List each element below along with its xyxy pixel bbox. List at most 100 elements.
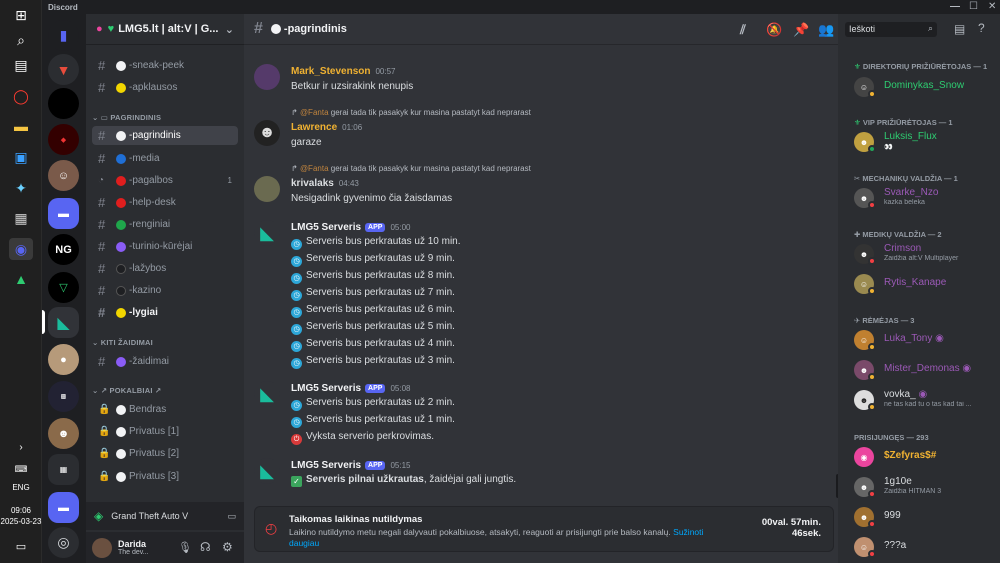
channel-item-unread[interactable]: # -lygiai [92, 303, 238, 322]
member-item[interactable]: ☻ 999 [854, 506, 996, 528]
file-explorer-icon[interactable]: ▬ [9, 115, 33, 137]
dog-server-icon[interactable]: ● [48, 344, 79, 375]
avatar[interactable] [254, 176, 280, 202]
discover-icon[interactable]: ◎ [48, 527, 79, 558]
server-group-icon[interactable]: ▦ [48, 454, 79, 485]
ng-server-icon[interactable]: NG [48, 234, 79, 265]
app-icon[interactable]: ▦ [9, 207, 33, 229]
member-item[interactable]: ☺ Luka_Tony ◉ [854, 329, 996, 351]
avatar[interactable]: ☻ [254, 120, 280, 146]
message-reply[interactable]: ↱ @Fanta gerai tada tik pasakyk kur masi… [291, 108, 531, 117]
server-green-icon[interactable]: ▽ [48, 272, 79, 303]
activity-panel[interactable]: ◈ Grand Theft Auto V ▭ [86, 502, 244, 530]
message-time: 01:06 [342, 123, 363, 132]
channel-item[interactable]: # -media [92, 149, 238, 168]
member-item[interactable]: ☻ Crimson Žaidžia alt:V Multiplayer [854, 243, 996, 265]
clock-time[interactable]: 09:06 [0, 506, 42, 515]
gta-icon: ◈ [94, 509, 104, 523]
bot-avatar[interactable]: ◣ [254, 220, 280, 246]
bot-avatar[interactable]: ◣ [254, 458, 280, 484]
screen-share-icon[interactable]: ▭ [227, 511, 236, 522]
headphones-icon[interactable]: ☊ [200, 540, 211, 554]
fox-server-icon[interactable]: ▼ [48, 54, 79, 85]
search-input[interactable]: Ieškoti ⌕ [845, 22, 937, 37]
category-main[interactable]: ⌄ ▭ PAGRINDINIS [92, 113, 161, 122]
member-item[interactable]: ☻ Mister_Demonas ◉ [854, 359, 996, 381]
threads-icon[interactable]: ⫽ [740, 22, 746, 38]
channel-item[interactable]: ◔ -pagalbos 1 [92, 171, 238, 190]
server-black-icon[interactable] [48, 88, 79, 119]
message-text: garaze [291, 137, 322, 148]
clock-date[interactable]: 2025-03-23 [0, 517, 42, 526]
member-item[interactable]: ☺ Rytis_Kanape [854, 273, 996, 295]
members-icon[interactable]: 👥 [818, 22, 834, 38]
discord-taskbar-icon[interactable]: ◉ [9, 238, 33, 260]
category-other[interactable]: ⌄ KITI ŽAIDIMAI [92, 338, 153, 347]
guild-name: LMG5.lt | alt:V | G... [118, 23, 219, 35]
voice-channel[interactable]: 🔒 Privatus [2] [92, 444, 238, 463]
store-icon[interactable]: ▣ [9, 146, 33, 168]
channel-item[interactable]: # -lažybos [92, 259, 238, 278]
inbox-icon[interactable]: ▤ [954, 22, 965, 36]
member-item[interactable]: ☻ Luksis_Flux 👀 [854, 131, 996, 153]
voice-channel[interactable]: 🔒 Privatus [1] [92, 422, 238, 441]
maximize-icon[interactable]: ☐ [969, 1, 978, 12]
language-indicator[interactable]: ENG [0, 483, 42, 492]
close-icon[interactable]: ✕ [988, 1, 996, 12]
power-icon: ⏻ [291, 434, 302, 445]
channel-item[interactable]: # -help-desk [92, 193, 238, 212]
unread-count: 1 [227, 176, 232, 185]
chevron-up-icon[interactable]: › [9, 436, 33, 458]
help-icon[interactable]: ? [978, 21, 985, 35]
opera-icon[interactable]: ◯ [9, 85, 33, 107]
avatar[interactable] [92, 537, 112, 558]
timer-icon: ◷ [291, 358, 302, 369]
channel-item-selected[interactable]: # -pagrindinis [92, 126, 238, 145]
guild-icon: ● [96, 23, 103, 35]
gear-icon[interactable]: ⚙ [222, 540, 233, 554]
folder-icon[interactable]: ▬ [48, 198, 79, 229]
notifications-icon[interactable]: ▭ [9, 535, 33, 557]
app-green-icon[interactable]: ▲ [9, 268, 33, 290]
member-item[interactable]: ☺ Dominykas_Snow [854, 76, 996, 98]
lmg5-server-icon[interactable]: ◣ [48, 307, 79, 338]
folder2-icon[interactable]: ▬ [48, 492, 79, 523]
timer-icon: ◷ [291, 341, 302, 352]
message-text: ⏻ Vyksta serverio perkrovimas. [291, 431, 434, 445]
channel-item[interactable]: # -žaidimai [92, 352, 238, 371]
guild-header[interactable]: ● ♥ LMG5.lt | alt:V | G... ⌄ [86, 14, 244, 45]
windows-start-icon[interactable]: ⊞ [9, 4, 33, 26]
copilot-icon[interactable]: ✦ [9, 177, 33, 199]
member-item[interactable]: ◉ $Zefyras$# [854, 446, 996, 468]
member-item[interactable]: ☻ 1g10e Žaidžia HITMAN 3 [854, 476, 996, 498]
server-avatar-icon[interactable]: ☺ [48, 160, 79, 191]
search-icon[interactable]: ⌕ [9, 29, 33, 51]
pin-icon[interactable]: 📌 [793, 22, 809, 38]
category-voice[interactable]: ⌄ ↗ POKALBIAI ↗ [92, 386, 161, 395]
avatar[interactable] [254, 64, 280, 90]
channel-item[interactable]: # -sneak-peek [92, 56, 238, 75]
server-red-icon[interactable]: ◆ [48, 124, 79, 155]
server-face-icon[interactable]: ☻ [48, 418, 79, 449]
message-reply[interactable]: ↱ @Fanta gerai tada tik pasakyk kur masi… [291, 164, 531, 173]
channel-item[interactable]: # -apklausos [92, 78, 238, 97]
member-item[interactable]: ☻ Svarke_Nzo kazka beleka [854, 187, 996, 209]
bot-avatar[interactable]: ◣ [254, 381, 280, 407]
task-view-icon[interactable]: ▤ [9, 54, 33, 76]
voice-channel[interactable]: 🔒 Bendras [92, 400, 238, 419]
app-badge: APP [365, 223, 386, 232]
channel-item[interactable]: # -turinio-kūrėjai [92, 237, 238, 256]
channel-item[interactable]: # -kazino [92, 281, 238, 300]
voice-channel[interactable]: 🔒 Privatus [3] [92, 467, 238, 486]
timer-icon: ◷ [291, 307, 302, 318]
mic-icon[interactable]: 🎙 [178, 541, 192, 554]
keyboard-icon[interactable]: ⌨ [9, 458, 33, 480]
member-item[interactable]: ☺ ???a [854, 536, 996, 558]
timer-icon: ◷ [291, 417, 302, 428]
channel-item[interactable]: # -renginiai [92, 215, 238, 234]
server-dark-icon[interactable]: ▩ [48, 381, 79, 412]
minimize-icon[interactable]: — [950, 1, 960, 12]
mute-bell-icon[interactable]: 🔕 [766, 22, 782, 38]
tardis-server-icon[interactable]: ▮ [48, 20, 79, 51]
member-item[interactable]: ☻ vovka_ ◉ ne tas kad tu o tas kad tai ... [854, 389, 996, 411]
